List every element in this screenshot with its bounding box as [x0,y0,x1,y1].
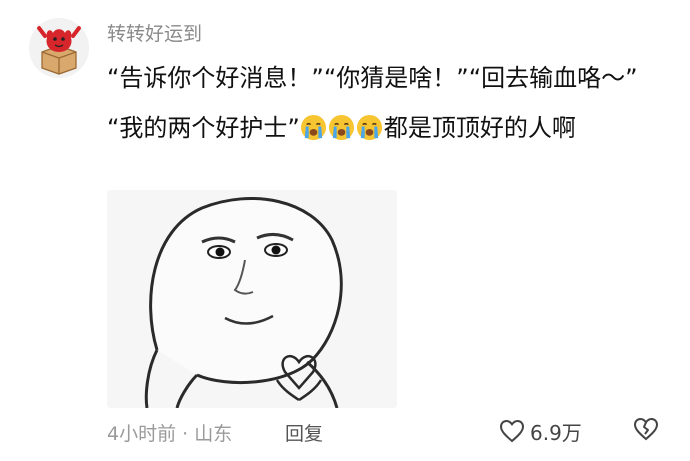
meme-face-heart-hands-image [107,190,397,408]
loudly-crying-face-icon [300,114,326,141]
comment-text: “告诉你个好消息！”“你猜是啥！”“回去输血咯～” “我的两个好护士” 都是顶顶好… [107,57,667,149]
like-count: 6.9万 [530,420,582,445]
comment-text-line-2-suffix: 都是顶顶好的人啊 [383,114,576,142]
comment-image[interactable] [107,190,397,408]
loudly-crying-face-icon [328,114,354,141]
heart-outline-icon [499,419,525,443]
comment-footer: 4小时前 · 山东 回复 6.9万 [107,417,667,445]
comment-text-line-2-prefix: “我的两个好护士” [107,114,300,142]
username[interactable]: 转转好运到 [107,22,202,46]
time-location: 4小时前 · 山东 [107,423,233,445]
comment-text-line-1: “告诉你个好消息！”“你猜是啥！”“回去输血咯～” [107,64,638,92]
loudly-crying-face-icon [356,114,382,141]
red-creature-in-box-avatar-icon [29,18,89,78]
broken-heart-outline-icon [633,417,659,441]
like-button[interactable]: 6.9万 [499,417,582,445]
avatar[interactable] [29,18,89,78]
reply-button[interactable]: 回复 [285,419,323,446]
dislike-button[interactable] [633,417,659,445]
comment-text-line-2: “我的两个好护士” 都是顶顶好的人啊 [107,107,667,149]
comment-card: 转转好运到 “告诉你个好消息！”“你猜是啥！”“回去输血咯～” “我的两个好护士… [0,0,690,461]
